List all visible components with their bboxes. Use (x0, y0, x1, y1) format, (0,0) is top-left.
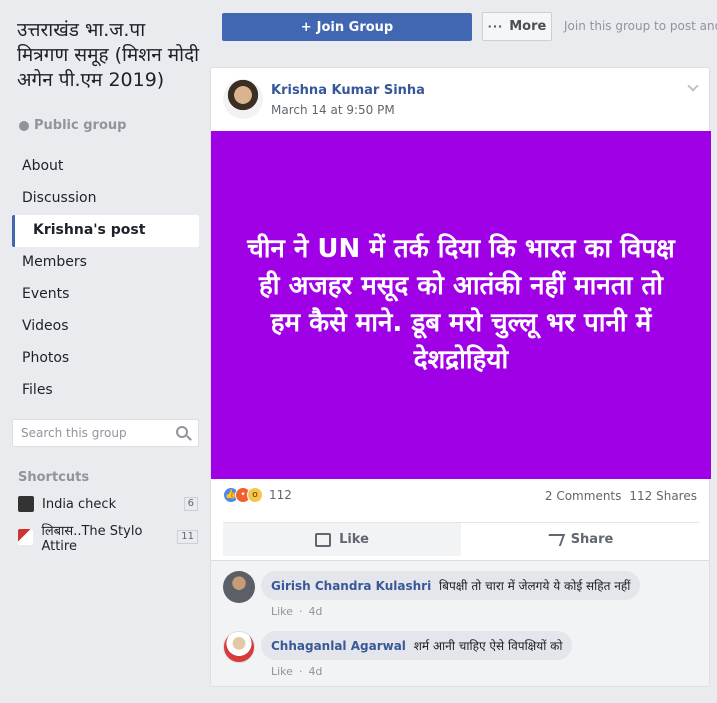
group-title[interactable]: उत्तराखंड भा.ज.पा मित्रगण समूह (मिशन मोद… (17, 18, 202, 93)
nav-item-krishnas-post[interactable]: Krishna's post (12, 215, 199, 247)
shortcut-count-badge: 6 (183, 497, 198, 511)
post-timestamp[interactable]: March 14 at 9:50 PM (271, 103, 395, 117)
join-group-label: Join Group (316, 19, 394, 35)
post-card: Krishna Kumar Sinha March 14 at 9:50 PM … (210, 67, 711, 687)
comment-text: बिपक्षी तो चारा में जेलगये ये कोई सहित न… (439, 579, 631, 593)
post-banner: चीन ने UN में तर्क दिया कि भारत का विपक्… (211, 131, 711, 479)
author-avatar[interactable] (223, 79, 263, 119)
comment-item: Chhaganlal Agarwal शर्म आनी चाहिए ऐसे वि… (223, 631, 703, 681)
shortcut-label: India check (42, 496, 117, 512)
group-search-input[interactable]: Search this group (12, 419, 199, 447)
join-hint-text: Join this group to post and co (564, 19, 717, 33)
more-dots-icon: ··· (487, 20, 504, 33)
like-button[interactable]: Like (223, 523, 461, 556)
nav-item-about[interactable]: About (12, 151, 199, 183)
comment-dot: · (298, 605, 303, 618)
chevron-down-icon[interactable] (687, 80, 699, 92)
search-icon[interactable] (176, 426, 188, 438)
thumbs-up-icon (315, 532, 332, 547)
reaction-count: 112 (269, 488, 292, 502)
privacy-text: Public group (34, 118, 127, 133)
join-group-button[interactable]: + Join Group (222, 13, 472, 41)
more-button[interactable]: ··· More (482, 12, 552, 41)
comment-meta: Like · 4d (271, 605, 322, 618)
like-label: Like (339, 532, 369, 547)
more-label: More (509, 19, 547, 34)
plus-icon: + (300, 19, 312, 35)
shortcut-icon (18, 529, 34, 545)
comment-meta: Like · 4d (271, 665, 322, 678)
wow-reaction-icon: o (247, 487, 263, 503)
comment-bubble: Chhaganlal Agarwal शर्म आनी चाहिए ऐसे वि… (261, 631, 573, 660)
shortcut-label: लिबास..The Stylo Attire (41, 523, 143, 554)
commenter-avatar[interactable] (223, 571, 255, 603)
comment-bubble: Girish Chandra Kulashri बिपक्षी तो चारा … (261, 571, 641, 600)
nav-item-files[interactable]: Files (12, 375, 199, 407)
shortcut-count-badge: 11 (177, 530, 198, 544)
reactions-summary[interactable]: 👍 • o 112 (223, 487, 292, 503)
shares-count-link[interactable]: 112 Shares (629, 489, 697, 503)
shortcut-item[interactable]: लिबास..The Stylo Attire 11 (18, 524, 198, 554)
comment-dot: · (298, 665, 303, 678)
nav-item-videos[interactable]: Videos (12, 311, 199, 343)
share-label: Share (570, 532, 614, 547)
shortcut-icon (18, 496, 34, 512)
commenter-name[interactable]: Chhaganlal Agarwal (271, 639, 406, 653)
comments-count-link[interactable]: 2 Comments (545, 489, 622, 503)
comment-time[interactable]: 4d (308, 605, 322, 618)
privacy-label: Public group (19, 118, 126, 133)
comment-time[interactable]: 4d (308, 665, 322, 678)
nav-item-photos[interactable]: Photos (12, 343, 199, 375)
globe-icon (19, 120, 29, 131)
nav-item-members[interactable]: Members (12, 247, 199, 279)
comment-like-link[interactable]: Like (271, 665, 293, 678)
comments-section: Girish Chandra Kulashri बिपक्षी तो चारा … (211, 560, 709, 686)
post-actions: Like Share (223, 522, 699, 556)
share-button[interactable]: Share (461, 523, 699, 556)
comment-like-link[interactable]: Like (271, 605, 293, 618)
commenter-avatar[interactable] (223, 631, 255, 663)
nav-item-events[interactable]: Events (12, 279, 199, 311)
post-author[interactable]: Krishna Kumar Sinha (271, 83, 425, 98)
group-nav: About Discussion Krishna's post Members … (12, 151, 199, 407)
shortcuts-heading: Shortcuts (18, 470, 90, 485)
comment-text: शर्म आनी चाहिए ऐसे विपक्षियों को (413, 639, 563, 653)
search-placeholder: Search this group (21, 426, 127, 440)
post-stats: 2 Comments 112 Shares (545, 489, 697, 503)
comment-item: Girish Chandra Kulashri बिपक्षी तो चारा … (223, 571, 703, 621)
banner-text: चीन ने UN में तर्क दिया कि भारत का विपक्… (247, 234, 675, 375)
group-sidebar: उत्तराखंड भा.ज.पा मित्रगण समूह (मिशन मोद… (0, 0, 207, 703)
shortcut-item[interactable]: India check 6 (18, 494, 198, 514)
commenter-name[interactable]: Girish Chandra Kulashri (271, 579, 431, 593)
nav-item-discussion[interactable]: Discussion (12, 183, 199, 215)
share-arrow-icon (544, 533, 565, 546)
